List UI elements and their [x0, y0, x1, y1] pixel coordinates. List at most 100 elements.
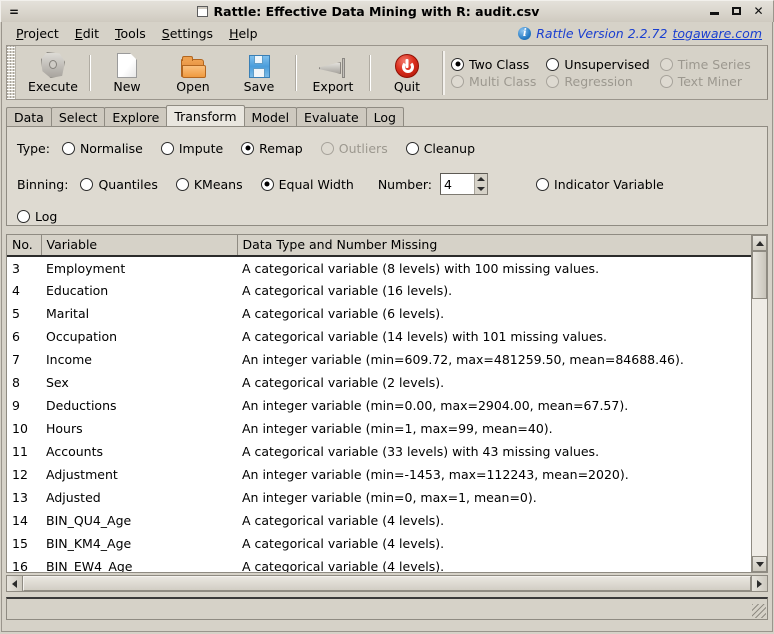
- type-normalise[interactable]: Normalise: [61, 141, 143, 156]
- scroll-right-icon[interactable]: [751, 576, 767, 591]
- save-button[interactable]: Save: [226, 47, 292, 99]
- menu-project[interactable]: Project: [8, 24, 67, 43]
- tab-transform[interactable]: Transform: [166, 105, 245, 126]
- log-option-row: Log: [17, 204, 757, 228]
- close-button-icon[interactable]: ✕: [753, 5, 764, 17]
- toolbar-separator-3: [369, 54, 371, 91]
- menu-tools[interactable]: Tools: [107, 24, 154, 43]
- variables-table-container: No. Variable Data Type and Number Missin…: [6, 234, 768, 573]
- table-row[interactable]: 7 Income An integer variable (min=609.72…: [7, 348, 751, 371]
- table-header-row: No. Variable Data Type and Number Missin…: [7, 235, 751, 257]
- menu-edit[interactable]: Edit: [67, 24, 107, 43]
- log-option-label: Log: [35, 208, 58, 224]
- spinner-up-icon[interactable]: [475, 174, 487, 184]
- table-row[interactable]: 15 BIN_KM4_Age A categorical variable (4…: [7, 532, 751, 555]
- number-spinner[interactable]: [440, 173, 489, 195]
- open-button[interactable]: Open: [160, 47, 226, 99]
- toolbar-drag-handle[interactable]: [7, 46, 16, 99]
- table-row[interactable]: 6 Occupation A categorical variable (14 …: [7, 325, 751, 348]
- column-header-datatype[interactable]: Data Type and Number Missing: [237, 235, 751, 257]
- table-row[interactable]: 11 Accounts A categorical variable (33 l…: [7, 440, 751, 463]
- togaware-link[interactable]: togaware.com: [672, 26, 762, 41]
- vertical-scroll-track[interactable]: [752, 251, 767, 556]
- quit-button[interactable]: Quit: [374, 47, 440, 99]
- mode-time-series-label: Time Series: [677, 56, 751, 72]
- toolbar-separator-4: [442, 50, 445, 95]
- type-impute[interactable]: Impute: [160, 141, 223, 156]
- tab-model[interactable]: Model: [243, 107, 298, 126]
- vertical-scroll-thumb[interactable]: [752, 251, 767, 299]
- scroll-left-icon[interactable]: [7, 576, 23, 591]
- window-controls: ✕: [709, 5, 773, 17]
- variables-table-scroll: No. Variable Data Type and Number Missin…: [7, 235, 751, 572]
- status-bar: [6, 597, 768, 620]
- column-header-variable[interactable]: Variable: [41, 235, 238, 257]
- mode-time-series: Time Series: [659, 56, 751, 72]
- cell-variable: Occupation: [46, 329, 118, 344]
- window-menu-icon[interactable]: =: [1, 6, 27, 18]
- column-header-no[interactable]: No.: [7, 235, 42, 257]
- cell-desc: An integer variable (min=0, max=1, mean=…: [242, 490, 537, 505]
- mode-multi-class-label: Multi Class: [469, 73, 537, 89]
- scroll-up-icon[interactable]: [752, 235, 767, 251]
- tab-select[interactable]: Select: [50, 107, 106, 126]
- binning-kmeans[interactable]: KMeans: [175, 177, 243, 192]
- table-row[interactable]: 5 Marital A categorical variable (6 leve…: [7, 302, 751, 325]
- spinner-arrows: [474, 174, 488, 194]
- menu-help[interactable]: Help: [221, 24, 266, 43]
- maximize-button-icon[interactable]: [731, 6, 742, 17]
- table-row[interactable]: 12 Adjustment An integer variable (min=-…: [7, 463, 751, 486]
- menu-settings[interactable]: Settings: [154, 24, 221, 43]
- table-row[interactable]: 10 Hours An integer variable (min=1, max…: [7, 417, 751, 440]
- execute-button[interactable]: Execute: [20, 47, 86, 99]
- binning-quantiles[interactable]: Quantiles: [80, 177, 158, 192]
- number-label: Number:: [377, 176, 433, 192]
- cell-no: 7: [12, 352, 20, 367]
- table-row[interactable]: 13 Adjusted An integer variable (min=0, …: [7, 486, 751, 509]
- tab-evaluate[interactable]: Evaluate: [296, 107, 367, 126]
- vertical-scrollbar[interactable]: [751, 235, 767, 572]
- cell-variable: BIN_EW4_Age: [46, 559, 133, 572]
- variables-table-head: No. Variable Data Type and Number Missin…: [7, 235, 751, 257]
- horizontal-scroll-thumb[interactable]: [23, 576, 751, 591]
- mode-text-miner: Text Miner: [659, 74, 751, 89]
- cell-no: 16: [12, 559, 28, 572]
- type-cleanup[interactable]: Cleanup: [405, 141, 475, 156]
- table-row[interactable]: 4 Education A categorical variable (16 l…: [7, 279, 751, 302]
- log-option[interactable]: Log: [17, 209, 57, 224]
- minimize-button-icon[interactable]: [709, 6, 720, 17]
- floppy-disk-icon: [248, 52, 270, 78]
- number-input[interactable]: [441, 174, 475, 194]
- cell-no: 11: [12, 444, 28, 459]
- export-button[interactable]: Export: [300, 47, 366, 99]
- radio-icon: [260, 177, 274, 191]
- table-row[interactable]: 9 Deductions An integer variable (min=0.…: [7, 394, 751, 417]
- indicator-variable-option[interactable]: Indicator Variable: [536, 177, 664, 192]
- open-button-label: Open: [176, 79, 210, 94]
- type-remap[interactable]: Remap: [241, 141, 303, 156]
- cell-variable: Adjustment: [46, 467, 118, 482]
- table-row[interactable]: 3 Employment A categorical variable (8 l…: [7, 256, 751, 279]
- spinner-down-icon[interactable]: [475, 184, 487, 194]
- cell-no: 5: [12, 306, 20, 321]
- tab-log[interactable]: Log: [365, 107, 404, 126]
- table-row[interactable]: 8 Sex A categorical variable (2 levels).: [7, 371, 751, 394]
- new-button[interactable]: New: [94, 47, 160, 99]
- resize-grip[interactable]: [752, 604, 766, 618]
- mode-radio-group: Two Class Unsupervised Time Series Multi…: [451, 57, 757, 89]
- cell-no: 13: [12, 490, 28, 505]
- mode-two-class[interactable]: Two Class: [451, 57, 536, 72]
- table-row[interactable]: 14 BIN_QU4_Age A categorical variable (4…: [7, 509, 751, 532]
- mode-unsupervised[interactable]: Unsupervised: [546, 57, 650, 72]
- tab-data[interactable]: Data: [6, 107, 52, 126]
- tab-explore[interactable]: Explore: [104, 107, 168, 126]
- cell-desc: An integer variable (min=-1453, max=1122…: [242, 467, 629, 482]
- horizontal-scrollbar[interactable]: [6, 575, 768, 592]
- binning-equal-width-label: Equal Width: [278, 176, 354, 192]
- menu-project-label-rest: roject: [23, 25, 59, 41]
- binning-equal-width[interactable]: Equal Width: [260, 176, 354, 192]
- scroll-down-icon[interactable]: [752, 556, 767, 572]
- table-row[interactable]: 16 BIN_EW4_Age A categorical variable (4…: [7, 555, 751, 572]
- title-bar: = Rattle: Effective Data Mining with R: …: [0, 0, 774, 22]
- export-button-label: Export: [312, 79, 354, 94]
